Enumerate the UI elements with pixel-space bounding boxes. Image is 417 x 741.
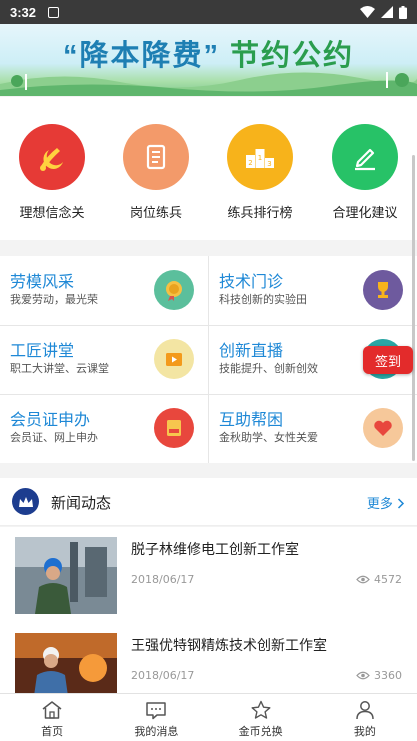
trophy-icon [363,270,403,310]
service-subtitle: 金秋助学、女性关爱 [219,431,318,444]
banner-quote-open: “ [62,40,80,72]
service-subtitle: 我爱劳动，最光荣 [10,293,98,306]
svg-text:2: 2 [248,159,252,167]
svg-text:3: 3 [267,160,271,168]
top-banner[interactable]: “降本降费” 节约公约 [0,24,417,96]
signin-button[interactable]: 签到 [363,346,413,374]
service-subtitle: 职工大讲堂、云课堂 [10,362,109,375]
news-header: 新闻动态 更多 [0,478,417,526]
heart-hands-icon [363,408,403,448]
svg-text:1: 1 [258,154,262,162]
news-list: 脱子林维修电工创新工作室 2018/06/17 4572 王强优特钢精炼技术创新… [0,527,417,693]
notification-icon [48,6,60,18]
banner-slogan: “降本降费” 节约公约 [0,32,417,74]
news-heading: 新闻动态 [51,494,112,512]
signal-icon [381,6,393,18]
tab-label: 我的 [353,725,376,738]
party-emblem-icon [19,124,85,190]
battery-icon [399,5,407,19]
quick-item-label: 合理化建议 [332,206,398,221]
tab-label: 首页 [41,725,64,738]
news-views: 3360 [356,669,402,682]
quick-item-training-rank[interactable]: 213 练兵排行榜 [208,124,312,221]
service-mutual-aid[interactable]: 互助帮困 金秋助学、女性关爱 [209,394,417,463]
quick-item-ideal-belief[interactable]: 理想信念关 [0,124,104,221]
service-craftsman-lecture[interactable]: 工匠讲堂 职工大讲堂、云课堂 [0,325,208,394]
quick-item-label: 练兵排行榜 [227,206,293,221]
service-title: 创新直播 [219,341,284,360]
quick-item-suggestion[interactable]: 合理化建议 [313,124,417,221]
chevron-right-icon [397,498,405,509]
vip-card-icon [154,408,194,448]
home-icon [42,701,62,719]
news-view-count: 3360 [374,669,402,682]
banner-slogan-part2: 节约公约 [230,40,355,72]
app-screen: 3:32 “降本降费” 节约公约 理想信念关 岗位练兵 2 1 3 练兵排行榜 … [0,0,417,741]
quick-item-job-training[interactable]: 岗位练兵 [104,124,208,221]
status-bar: 3:32 [0,0,417,24]
service-membership-card[interactable]: 会员证申办 会员证、网上申办 [0,394,208,463]
news-item[interactable]: 脱子林维修电工创新工作室 2018/06/17 4572 [0,527,417,623]
news-thumbnail [15,633,117,693]
tab-profile[interactable]: 我的 [313,694,417,741]
tab-home[interactable]: 首页 [0,694,104,741]
star-icon [251,700,271,719]
news-more-link[interactable]: 更多 [367,493,405,512]
bottom-tab-bar: 首页 我的消息 金币兑换 我的 [0,693,417,741]
service-title: 会员证申办 [10,410,91,429]
news-date: 2018/06/17 [131,669,195,682]
service-subtitle: 会员证、网上申办 [10,431,98,444]
eye-icon [356,575,370,584]
news-title: 脱子林维修电工创新工作室 [131,542,299,558]
news-date: 2018/06/17 [131,573,195,586]
podium-icon: 213 [227,124,293,190]
tab-label: 金币兑换 [238,725,283,738]
wifi-icon [360,6,375,18]
crown-icon [12,488,39,515]
tab-label: 我的消息 [134,725,179,738]
banner-quote-close: ” [203,40,220,72]
service-subtitle: 技能提升、创新创效 [219,362,318,375]
news-thumbnail [15,537,117,614]
news-title: 王强优特钢精炼技术创新工作室 [131,638,327,654]
quick-item-label: 岗位练兵 [129,206,182,221]
service-model-workers[interactable]: 劳模风采 我爱劳动，最光荣 [0,256,208,325]
status-time: 3:32 [10,4,37,20]
service-tech-clinic[interactable]: 技术门诊 科技创新的实验田 [209,256,417,325]
service-subtitle: 科技创新的实验田 [219,293,307,306]
news-item[interactable]: 王强优特钢精炼技术创新工作室 2018/06/17 3360 [0,623,417,693]
service-title: 技术门诊 [219,272,284,291]
tab-messages[interactable]: 我的消息 [104,694,208,741]
service-title: 互助帮困 [219,410,284,429]
news-view-count: 4572 [374,573,402,586]
news-views: 4572 [356,573,402,586]
scrollbar[interactable] [412,155,415,461]
service-grid: 劳模风采 我爱劳动，最光荣 技术门诊 科技创新的实验田 工匠讲堂 职工大讲堂、云… [0,256,417,463]
eye-icon [356,671,370,680]
medal-icon [154,270,194,310]
service-title: 劳模风采 [10,272,75,291]
news-more-label: 更多 [366,497,393,512]
service-title: 工匠讲堂 [10,341,75,360]
scroll-icon [123,124,189,190]
tab-coin-exchange[interactable]: 金币兑换 [209,694,313,741]
user-icon [356,701,374,720]
edit-icon [332,124,398,190]
quick-item-label: 理想信念关 [19,206,85,221]
video-icon [154,339,194,379]
message-icon [146,702,167,720]
banner-slogan-part1: 降本降费 [79,40,204,72]
quick-menu: 理想信念关 岗位练兵 213 练兵排行榜 合理化建议 [0,97,417,240]
